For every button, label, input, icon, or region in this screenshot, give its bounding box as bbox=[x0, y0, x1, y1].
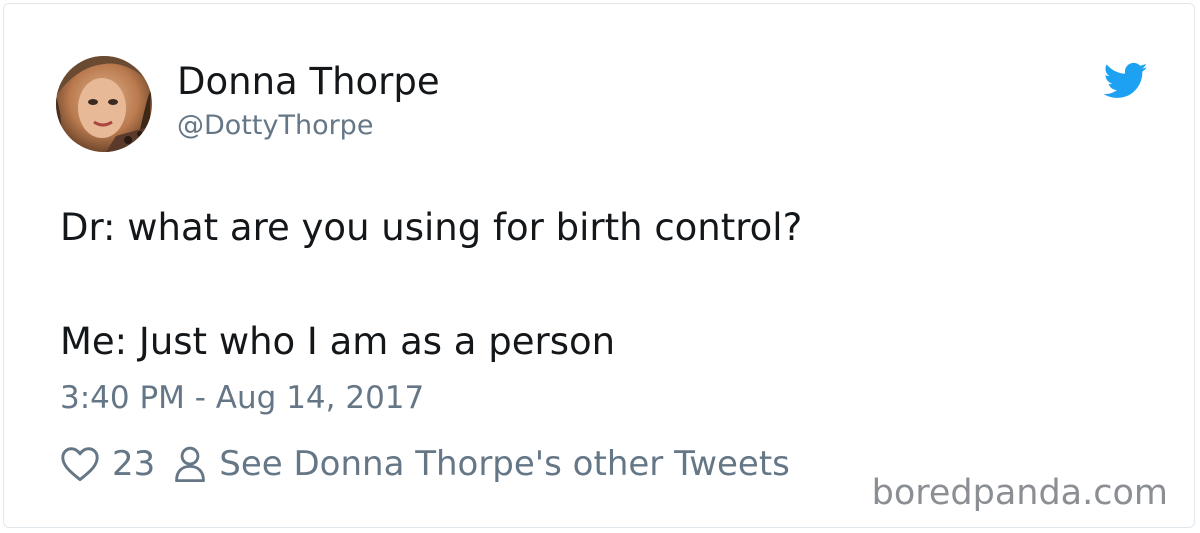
twitter-bird-icon[interactable] bbox=[1104, 62, 1148, 100]
heart-icon[interactable] bbox=[60, 446, 100, 482]
tweet-text-line-2: Me: Just who I am as a person bbox=[60, 320, 616, 363]
like-count[interactable]: 23 bbox=[112, 444, 155, 484]
display-name[interactable]: Donna Thorpe bbox=[177, 61, 440, 103]
tweet-timestamp[interactable]: 3:40 PM - Aug 14, 2017 bbox=[60, 381, 424, 415]
user-handle[interactable]: @DottyThorpe bbox=[177, 111, 373, 141]
person-icon[interactable] bbox=[173, 445, 207, 483]
avatar[interactable] bbox=[56, 56, 152, 152]
see-other-tweets-link[interactable]: See Donna Thorpe's other Tweets bbox=[219, 444, 790, 484]
watermark: boredpanda.com bbox=[867, 474, 1172, 513]
tweet-text-line-1: Dr: what are you using for birth control… bbox=[60, 206, 803, 249]
avatar-image bbox=[56, 56, 152, 152]
tweet-actions: 23 See Donna Thorpe's other Tweets bbox=[60, 442, 790, 486]
tweet-card: Donna Thorpe @DottyThorpe Dr: what are y… bbox=[3, 3, 1195, 528]
